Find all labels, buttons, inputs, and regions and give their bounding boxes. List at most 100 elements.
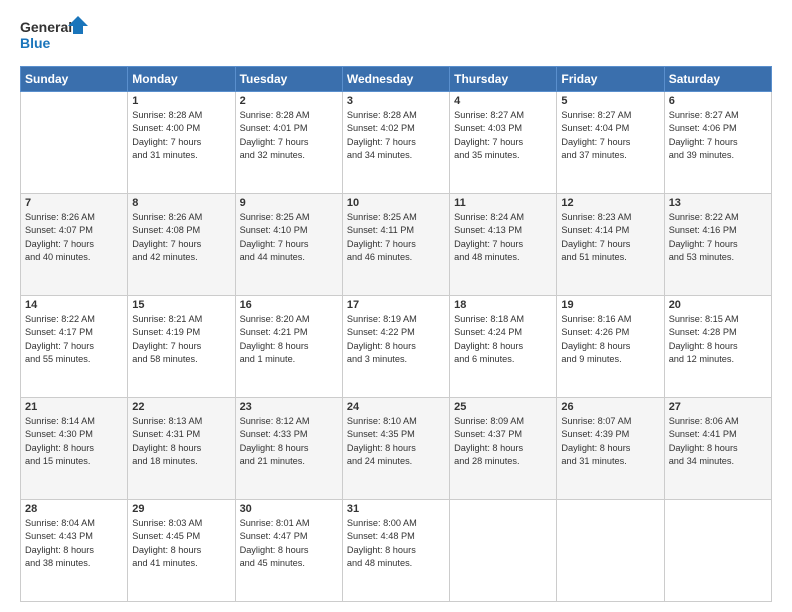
calendar-cell: 16 Sunrise: 8:20 AMSunset: 4:21 PMDayligh… [235, 296, 342, 398]
weekday-header-sunday: Sunday [21, 67, 128, 92]
day-number: 26 [561, 401, 659, 413]
day-info: Sunrise: 8:00 AMSunset: 4:48 PMDaylight:… [347, 517, 445, 570]
day-number: 12 [561, 197, 659, 209]
calendar-cell: 12 Sunrise: 8:23 AMSunset: 4:14 PMDayligh… [557, 194, 664, 296]
day-number: 19 [561, 299, 659, 311]
day-info: Sunrise: 8:03 AMSunset: 4:45 PMDaylight:… [132, 517, 230, 570]
day-info: Sunrise: 8:21 AMSunset: 4:19 PMDaylight:… [132, 313, 230, 366]
day-info: Sunrise: 8:10 AMSunset: 4:35 PMDaylight:… [347, 415, 445, 468]
day-number: 17 [347, 299, 445, 311]
day-info: Sunrise: 8:25 AMSunset: 4:10 PMDaylight:… [240, 211, 338, 264]
day-number: 13 [669, 197, 767, 209]
calendar-cell: 15Sunrise: 8:21 AMSunset: 4:19 PMDayligh… [128, 296, 235, 398]
day-number: 9 [240, 197, 338, 209]
header: General Blue [20, 16, 772, 56]
weekday-header-thursday: Thursday [450, 67, 557, 92]
week-row-4: 21 Sunrise: 8:14 AMSunset: 4:30 PMDayligh… [21, 398, 772, 500]
day-info: Sunrise: 8:25 AMSunset: 4:11 PMDaylight:… [347, 211, 445, 264]
day-info: Sunrise: 8:19 AMSunset: 4:22 PMDaylight:… [347, 313, 445, 366]
day-info: Sunrise: 8:06 AMSunset: 4:41 PMDaylight:… [669, 415, 767, 468]
day-number: 6 [669, 95, 767, 107]
weekday-header-row: SundayMondayTuesdayWednesdayThursdayFrid… [21, 67, 772, 92]
day-number: 20 [669, 299, 767, 311]
calendar-cell: 30Sunrise: 8:01 AMSunset: 4:47 PMDayligh… [235, 500, 342, 602]
calendar-cell: 5 Sunrise: 8:27 AMSunset: 4:04 PMDaylight… [557, 92, 664, 194]
day-info: Sunrise: 8:24 AMSunset: 4:13 PMDaylight:… [454, 211, 552, 264]
day-info: Sunrise: 8:28 AMSunset: 4:00 PMDaylight:… [132, 109, 230, 162]
day-info: Sunrise: 8:20 AMSunset: 4:21 PMDaylight:… [240, 313, 338, 366]
day-number: 7 [25, 197, 123, 209]
calendar-cell: 20 Sunrise: 8:15 AMSunset: 4:28 PMDayligh… [664, 296, 771, 398]
week-row-1: 1 Sunrise: 8:28 AMSunset: 4:00 PMDaylight… [21, 92, 772, 194]
calendar-cell: 4 Sunrise: 8:27 AMSunset: 4:03 PMDaylight… [450, 92, 557, 194]
day-info: Sunrise: 8:26 AMSunset: 4:07 PMDaylight:… [25, 211, 123, 264]
calendar-cell: 28Sunrise: 8:04 AMSunset: 4:43 PMDayligh… [21, 500, 128, 602]
calendar-cell [450, 500, 557, 602]
day-number: 1 [132, 95, 230, 107]
day-info: Sunrise: 8:07 AMSunset: 4:39 PMDaylight:… [561, 415, 659, 468]
calendar-cell: 11 Sunrise: 8:24 AMSunset: 4:13 PMDayligh… [450, 194, 557, 296]
day-number: 3 [347, 95, 445, 107]
day-number: 29 [132, 503, 230, 515]
day-info: Sunrise: 8:22 AMSunset: 4:17 PMDaylight:… [25, 313, 123, 366]
day-number: 18 [454, 299, 552, 311]
calendar-cell: 24 Sunrise: 8:10 AMSunset: 4:35 PMDayligh… [342, 398, 449, 500]
day-number: 14 [25, 299, 123, 311]
day-info: Sunrise: 8:23 AMSunset: 4:14 PMDaylight:… [561, 211, 659, 264]
day-info: Sunrise: 8:09 AMSunset: 4:37 PMDaylight:… [454, 415, 552, 468]
svg-text:General: General [20, 19, 72, 35]
day-info: Sunrise: 8:01 AMSunset: 4:47 PMDaylight:… [240, 517, 338, 570]
day-number: 8 [132, 197, 230, 209]
calendar-cell: 6 Sunrise: 8:27 AMSunset: 4:06 PMDaylight… [664, 92, 771, 194]
day-info: Sunrise: 8:14 AMSunset: 4:30 PMDaylight:… [25, 415, 123, 468]
day-info: Sunrise: 8:12 AMSunset: 4:33 PMDaylight:… [240, 415, 338, 468]
weekday-header-friday: Friday [557, 67, 664, 92]
day-number: 24 [347, 401, 445, 413]
calendar-body: 1 Sunrise: 8:28 AMSunset: 4:00 PMDaylight… [21, 92, 772, 602]
day-number: 16 [240, 299, 338, 311]
calendar-cell: 21 Sunrise: 8:14 AMSunset: 4:30 PMDayligh… [21, 398, 128, 500]
weekday-header-wednesday: Wednesday [342, 67, 449, 92]
day-info: Sunrise: 8:16 AMSunset: 4:26 PMDaylight:… [561, 313, 659, 366]
calendar-cell: 22Sunrise: 8:13 AMSunset: 4:31 PMDayligh… [128, 398, 235, 500]
day-info: Sunrise: 8:18 AMSunset: 4:24 PMDaylight:… [454, 313, 552, 366]
day-info: Sunrise: 8:27 AMSunset: 4:03 PMDaylight:… [454, 109, 552, 162]
calendar-cell [21, 92, 128, 194]
day-number: 31 [347, 503, 445, 515]
calendar-cell: 26 Sunrise: 8:07 AMSunset: 4:39 PMDayligh… [557, 398, 664, 500]
day-info: Sunrise: 8:15 AMSunset: 4:28 PMDaylight:… [669, 313, 767, 366]
day-info: Sunrise: 8:22 AMSunset: 4:16 PMDaylight:… [669, 211, 767, 264]
week-row-3: 14 Sunrise: 8:22 AMSunset: 4:17 PMDayligh… [21, 296, 772, 398]
calendar-cell [557, 500, 664, 602]
calendar-cell: 25Sunrise: 8:09 AMSunset: 4:37 PMDayligh… [450, 398, 557, 500]
logo-svg: General Blue [20, 16, 90, 56]
calendar-cell: 18 Sunrise: 8:18 AMSunset: 4:24 PMDayligh… [450, 296, 557, 398]
calendar-cell: 27 Sunrise: 8:06 AMSunset: 4:41 PMDayligh… [664, 398, 771, 500]
day-number: 5 [561, 95, 659, 107]
day-info: Sunrise: 8:04 AMSunset: 4:43 PMDaylight:… [25, 517, 123, 570]
day-info: Sunrise: 8:26 AMSunset: 4:08 PMDaylight:… [132, 211, 230, 264]
calendar-cell: 29 Sunrise: 8:03 AMSunset: 4:45 PMDayligh… [128, 500, 235, 602]
svg-text:Blue: Blue [20, 35, 51, 51]
calendar-cell: 23Sunrise: 8:12 AMSunset: 4:33 PMDayligh… [235, 398, 342, 500]
day-info: Sunrise: 8:27 AMSunset: 4:04 PMDaylight:… [561, 109, 659, 162]
day-info: Sunrise: 8:28 AMSunset: 4:02 PMDaylight:… [347, 109, 445, 162]
day-info: Sunrise: 8:27 AMSunset: 4:06 PMDaylight:… [669, 109, 767, 162]
calendar-cell: 19 Sunrise: 8:16 AMSunset: 4:26 PMDayligh… [557, 296, 664, 398]
logo: General Blue [20, 16, 90, 56]
week-row-5: 28Sunrise: 8:04 AMSunset: 4:43 PMDayligh… [21, 500, 772, 602]
day-number: 21 [25, 401, 123, 413]
calendar-cell: 13 Sunrise: 8:22 AMSunset: 4:16 PMDayligh… [664, 194, 771, 296]
day-number: 10 [347, 197, 445, 209]
calendar-cell: 8 Sunrise: 8:26 AMSunset: 4:08 PMDaylight… [128, 194, 235, 296]
calendar-cell: 3 Sunrise: 8:28 AMSunset: 4:02 PMDaylight… [342, 92, 449, 194]
weekday-header-saturday: Saturday [664, 67, 771, 92]
calendar-cell: 31 Sunrise: 8:00 AMSunset: 4:48 PMDayligh… [342, 500, 449, 602]
calendar-cell: 10 Sunrise: 8:25 AMSunset: 4:11 PMDayligh… [342, 194, 449, 296]
calendar-table: SundayMondayTuesdayWednesdayThursdayFrid… [20, 66, 772, 602]
week-row-2: 7 Sunrise: 8:26 AMSunset: 4:07 PMDaylight… [21, 194, 772, 296]
day-number: 11 [454, 197, 552, 209]
day-number: 27 [669, 401, 767, 413]
day-number: 22 [132, 401, 230, 413]
day-number: 4 [454, 95, 552, 107]
